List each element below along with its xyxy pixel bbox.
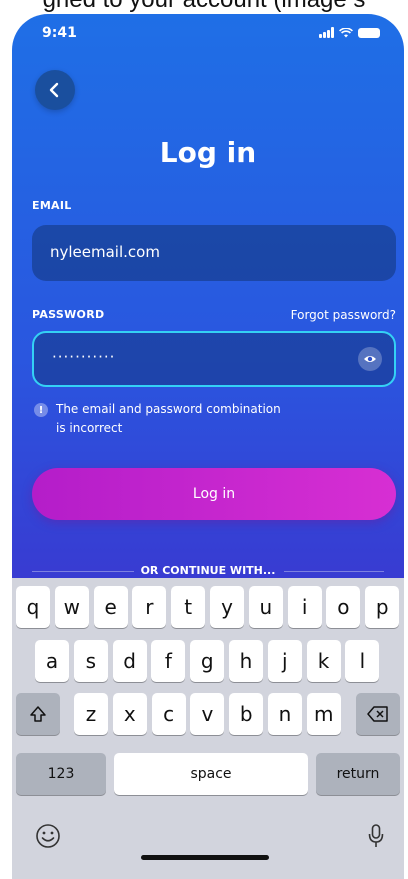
return-key[interactable]: return (316, 753, 400, 795)
wifi-icon (339, 27, 353, 37)
key-p[interactable]: p (365, 586, 400, 628)
password-label: PASSWORD (32, 308, 105, 321)
key-y[interactable]: y (210, 586, 244, 628)
password-value: ··········· (52, 348, 116, 366)
key-e[interactable]: e (93, 586, 128, 628)
key-m[interactable]: m (306, 693, 341, 735)
key-b[interactable]: b (229, 693, 264, 735)
email-value: nyleemail.com (50, 243, 160, 261)
key-f[interactable]: f (151, 640, 186, 682)
page-title: Log in (159, 136, 257, 169)
email-label: EMAIL (32, 199, 72, 212)
key-k[interactable]: k (306, 640, 341, 682)
key-n[interactable]: n (268, 693, 302, 735)
status-bar: 9:41 (12, 14, 404, 58)
key-c[interactable]: c (151, 693, 186, 735)
battery-icon (358, 27, 380, 38)
key-i[interactable]: i (287, 586, 322, 628)
key-x[interactable]: x (112, 693, 147, 735)
numbers-key[interactable]: 123 (16, 753, 106, 795)
error-icon: ! (34, 403, 48, 417)
eye-icon[interactable] (358, 347, 382, 371)
status-icons (319, 27, 380, 38)
chevron-left-icon (49, 82, 59, 98)
home-indicator[interactable] (141, 855, 269, 860)
emoji-icon[interactable] (32, 820, 64, 852)
error-line-1: The email and password combination (56, 402, 281, 416)
backspace-icon (367, 706, 388, 722)
error-line-2: is incorrect (56, 421, 123, 435)
caption-text: gned to your account (image s (0, 0, 408, 14)
login-button[interactable]: Log in (32, 468, 396, 520)
key-t[interactable]: t (171, 586, 206, 628)
key-a[interactable]: a (35, 640, 69, 682)
continue-with-text: OR CONTINUE WITH... (140, 564, 276, 577)
keyboard: qwertyuiop asdfghjkl zxcvbnm 123 space r… (12, 578, 404, 879)
key-w[interactable]: w (54, 586, 89, 628)
key-o[interactable]: o (326, 586, 361, 628)
phone-screen: 9:41 Log in EMAIL nyleemail.com PASSWORD… (12, 14, 404, 879)
key-v[interactable]: v (190, 693, 225, 735)
email-field[interactable]: nyleemail.com (32, 225, 396, 281)
key-j[interactable]: j (267, 640, 302, 682)
space-key[interactable]: space (114, 753, 308, 795)
shift-key[interactable] (16, 693, 60, 735)
key-d[interactable]: d (112, 640, 147, 682)
key-r[interactable]: r (132, 586, 167, 628)
error-message: The email and password combination is in… (56, 400, 356, 438)
forgot-password-link[interactable]: Forgot password? (291, 308, 396, 322)
key-h[interactable]: h (229, 640, 263, 682)
shift-icon (30, 706, 46, 722)
key-z[interactable]: z (74, 693, 108, 735)
key-q[interactable]: q (16, 586, 50, 628)
password-field[interactable]: ··········· (32, 331, 396, 387)
microphone-icon[interactable] (360, 820, 392, 852)
back-button[interactable] (35, 70, 75, 110)
signal-icon (319, 27, 334, 38)
delete-key[interactable] (356, 693, 400, 735)
status-time: 9:41 (42, 25, 77, 41)
key-l[interactable]: l (345, 640, 380, 682)
key-g[interactable]: g (190, 640, 225, 682)
key-u[interactable]: u (248, 586, 283, 628)
key-s[interactable]: s (73, 640, 108, 682)
